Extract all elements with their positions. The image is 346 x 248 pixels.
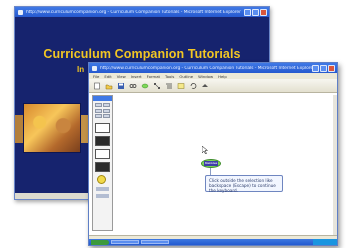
statusbar	[89, 235, 337, 245]
color-swatch[interactable]	[97, 175, 106, 184]
app-window-front: http://www.curriculumcompanion.org - Cur…	[88, 62, 338, 246]
taskbar-item[interactable]	[141, 240, 169, 244]
menu-outline[interactable]: Outline	[179, 74, 193, 79]
system-tray	[313, 239, 337, 245]
open-icon[interactable]	[105, 82, 113, 90]
taskbar-item[interactable]	[111, 240, 139, 244]
taskbar	[89, 239, 337, 245]
ie-icon	[92, 65, 97, 71]
maximize-button[interactable]	[320, 64, 327, 72]
menu-edit[interactable]: Edit	[104, 74, 111, 79]
close-button[interactable]	[328, 64, 335, 72]
main-idea-symbol[interactable]: MainIdea	[201, 159, 221, 168]
save-icon[interactable]	[117, 82, 125, 90]
symbol-preview[interactable]	[95, 149, 110, 159]
app-titlebar[interactable]: http://www.curriculumcompanion.org - Cur…	[89, 63, 337, 73]
palette-button[interactable]	[103, 114, 110, 118]
diagram-canvas[interactable]	[116, 95, 333, 235]
arrange-icon[interactable]	[153, 82, 161, 90]
outline-icon[interactable]	[165, 82, 173, 90]
link-icon[interactable]	[129, 82, 137, 90]
mouse-cursor-icon	[202, 146, 208, 154]
vertical-scrollbar[interactable]	[333, 95, 337, 235]
menu-view[interactable]: View	[117, 74, 126, 79]
minimize-button[interactable]	[312, 64, 319, 72]
symbol-palette	[92, 95, 113, 231]
page-subheading: In	[77, 65, 85, 74]
new-icon[interactable]	[93, 82, 101, 90]
maximize-button[interactable]	[252, 8, 259, 16]
tutorial-callout: Click outside the selection like backspa…	[205, 175, 283, 193]
start-button[interactable]	[91, 239, 109, 245]
browser-titlebar[interactable]: http://www.curriculumcompanion.org - Cur…	[15, 7, 269, 17]
window-controls	[312, 64, 335, 72]
browser-title: http://www.curriculumcompanion.org - Cur…	[26, 9, 241, 15]
palette-slider[interactable]	[96, 194, 109, 198]
menu-insert[interactable]: Insert	[131, 74, 142, 79]
page-heading: Curriculum Companion Tutorials	[43, 47, 241, 61]
palette-button[interactable]	[103, 103, 110, 107]
window-controls	[244, 8, 267, 16]
palette-button[interactable]	[95, 108, 102, 113]
palette-buttons	[93, 101, 112, 120]
main-idea-label[interactable]: MainIdea	[204, 161, 218, 166]
undo-icon[interactable]	[189, 82, 197, 90]
menu-file[interactable]: File	[93, 74, 99, 79]
minimize-button[interactable]	[244, 8, 251, 16]
palette-button[interactable]	[95, 114, 102, 118]
symbol-preview[interactable]	[95, 136, 110, 146]
menu-help[interactable]: Help	[218, 74, 227, 79]
palette-button[interactable]	[95, 103, 102, 107]
palette-slider[interactable]	[96, 187, 109, 191]
add-symbol-icon[interactable]	[141, 82, 149, 90]
app-title: http://www.curriculumcompanion.org - Cur…	[100, 65, 315, 71]
arrow-icon[interactable]	[201, 82, 209, 90]
close-button[interactable]	[260, 8, 267, 16]
menu-tools[interactable]: Tools	[165, 74, 174, 79]
menu-format[interactable]: Format	[147, 74, 160, 79]
ie-icon	[18, 9, 23, 15]
symbol-preview[interactable]	[95, 162, 110, 172]
callout-connector	[210, 168, 211, 175]
toolbar	[89, 79, 337, 93]
note-icon[interactable]	[177, 82, 185, 90]
students-photo	[23, 103, 81, 153]
symbol-preview[interactable]	[95, 123, 110, 133]
menu-window[interactable]: Window	[198, 74, 213, 79]
palette-button[interactable]	[103, 108, 110, 113]
